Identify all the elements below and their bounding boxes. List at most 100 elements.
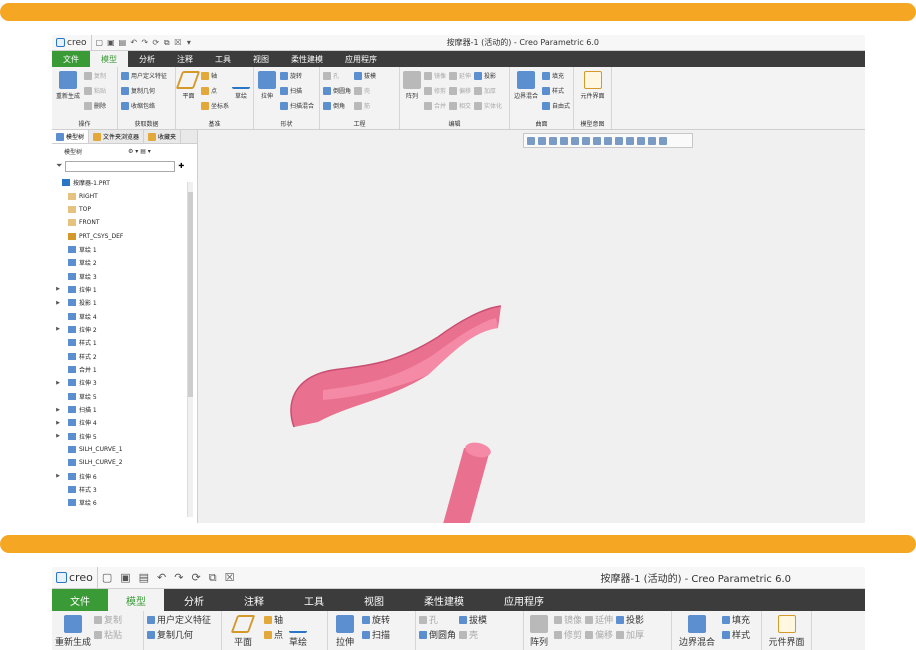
expand-icon[interactable]: ▶ (54, 286, 62, 292)
tree-item[interactable]: ▶ 扫描 1 (52, 403, 197, 416)
group-engineering-name[interactable]: 工程 (320, 119, 399, 128)
tab-annotate-2[interactable]: 注释 (224, 589, 284, 611)
csys-button[interactable]: 坐标系 (200, 99, 229, 112)
mirror-button-2[interactable]: 镜像 (554, 613, 582, 626)
close-icon[interactable]: ☒ (174, 38, 181, 47)
windows-icon[interactable]: ⧉ (163, 38, 170, 48)
hole-button[interactable]: 孔 (323, 69, 351, 82)
expand-icon[interactable]: ▶ (54, 326, 62, 332)
tree-item[interactable]: SILH_CURVE_2 (52, 456, 197, 469)
expand-icon[interactable]: ▶ (54, 380, 62, 386)
tab-file[interactable]: 文件 (52, 51, 90, 67)
mirror-button[interactable]: 镜像 (424, 69, 446, 82)
tree-item[interactable]: 合并 1 (52, 363, 197, 376)
shrinkwrap-button[interactable]: 收缩包络 (121, 99, 167, 112)
plane-button-2[interactable]: 平面 (225, 613, 261, 650)
tree-item[interactable]: 草绘 3 (52, 269, 197, 282)
style-button[interactable]: 样式 (541, 84, 570, 97)
add-filter-icon[interactable]: ✚ (178, 162, 184, 170)
hole-button-2[interactable]: 孔 (419, 613, 456, 626)
redo-icon-2[interactable]: ↷ (174, 571, 183, 584)
3d-model[interactable] (198, 130, 865, 523)
group-editing-name[interactable]: 编辑 (400, 119, 509, 128)
tree-item[interactable]: 草绘 4 (52, 309, 197, 322)
undo-icon-2[interactable]: ↶ (157, 571, 166, 584)
open-icon-2[interactable]: ▣ (120, 571, 130, 584)
group-datum-name[interactable]: 基准 (176, 119, 253, 128)
tree-root[interactable]: 按摩器-1.PRT (52, 176, 197, 189)
tree-item[interactable]: PRT_CSYS_DEF (52, 229, 197, 242)
tree-item[interactable]: ▶ 拉伸 1 (52, 283, 197, 296)
new-icon-2[interactable]: ▢ (102, 571, 112, 584)
fill-button-2[interactable]: 填充 (722, 613, 750, 626)
tab-file-2[interactable]: 文件 (52, 589, 108, 611)
offset-button-2[interactable]: 偏移 (585, 628, 613, 641)
close-icon-2[interactable]: ☒ (225, 571, 235, 584)
tree-item[interactable]: SILH_CURVE_1 (52, 443, 197, 456)
boundary-blend-button-2[interactable]: 边界混合 (675, 613, 719, 650)
qat-menu-icon[interactable]: ▾ (185, 38, 192, 47)
copygeom-button[interactable]: 复制几何 (121, 84, 167, 97)
swept-blend-button[interactable]: 扫描混合 (280, 99, 314, 112)
tab-tools[interactable]: 工具 (204, 51, 242, 67)
solidify-button[interactable]: 实体化 (474, 99, 502, 112)
shell-button-2[interactable]: 壳 (459, 628, 487, 641)
group-shapes-name[interactable]: 形状 (254, 119, 319, 128)
tree-item[interactable]: ▶ 拉伸 5 (52, 430, 197, 443)
round-button[interactable]: 倒圆角 (323, 84, 351, 97)
tree-item[interactable]: ▶ 投影 1 (52, 296, 197, 309)
tab-view-2[interactable]: 视图 (344, 589, 404, 611)
windows-icon-2[interactable]: ⧉ (209, 571, 217, 585)
sweep-button[interactable]: 扫描 (280, 84, 314, 97)
tab-apps[interactable]: 应用程序 (334, 51, 388, 67)
save-icon-2[interactable]: ▤ (139, 571, 149, 584)
open-icon[interactable]: ▣ (107, 38, 115, 47)
tree-item[interactable]: ▶ 拉伸 3 (52, 376, 197, 389)
extrude-button-2[interactable]: 拉伸 (331, 613, 359, 650)
tree-item[interactable]: 草绘 5 (52, 390, 197, 403)
delete-button[interactable]: 删除 (84, 99, 106, 112)
revolve-button-2[interactable]: 旋转 (362, 613, 390, 626)
tab-flex[interactable]: 柔性建模 (280, 51, 334, 67)
sketch-button-2[interactable]: 草绘 (286, 613, 310, 650)
tree-item[interactable]: 样式 1 (52, 336, 197, 349)
tree-item[interactable]: 草绘 6 (52, 496, 197, 509)
tab-tools-2[interactable]: 工具 (284, 589, 344, 611)
search-input[interactable] (65, 160, 176, 172)
tree-settings-icon[interactable]: ⚙ ▾ ▤ ▾ (128, 148, 151, 155)
revolve-button[interactable]: 旋转 (280, 69, 314, 82)
tree-scrollbar[interactable] (187, 182, 193, 517)
expand-icon[interactable]: ▶ (54, 433, 62, 439)
copy-button[interactable]: 复制 (84, 69, 106, 82)
tab-model-2[interactable]: 模型 (108, 589, 164, 611)
extend-button[interactable]: 延伸 (449, 69, 471, 82)
thicken-button-2[interactable]: 加厚 (616, 628, 644, 641)
expand-icon[interactable]: ▶ (54, 300, 62, 306)
udf-button[interactable]: 用户定义特征 (121, 69, 167, 82)
group-surfaces-name[interactable]: 曲面 (510, 119, 573, 128)
shell-button[interactable]: 壳 (354, 84, 376, 97)
tree-item[interactable]: 草绘 1 (52, 243, 197, 256)
expand-icon[interactable]: ▶ (54, 473, 62, 479)
expand-icon[interactable]: ▶ (54, 420, 62, 426)
style-button-2[interactable]: 样式 (722, 628, 750, 641)
save-icon[interactable]: ▤ (119, 38, 127, 47)
group-operations-name[interactable]: 操作 (52, 119, 117, 128)
paste-button-2[interactable]: 粘贴 (94, 628, 122, 641)
thicken-button[interactable]: 加厚 (474, 84, 502, 97)
pattern-button-2[interactable]: 阵列 (527, 613, 551, 650)
chamfer-button[interactable]: 倒角 (323, 99, 351, 112)
round-button-2[interactable]: 倒圆角 (419, 628, 456, 641)
regen-icon-2[interactable]: ⟳ (191, 571, 200, 584)
new-icon[interactable]: ▢ (96, 38, 104, 47)
graphics-area[interactable] (198, 130, 865, 523)
rib-button[interactable]: 筋 (354, 99, 376, 112)
copy-button-2[interactable]: 复制 (94, 613, 122, 626)
merge-button[interactable]: 合并 (424, 99, 446, 112)
offset-button[interactable]: 偏移 (449, 84, 471, 97)
regen-button-2[interactable]: 重新生成 (55, 613, 91, 650)
tab-view[interactable]: 视图 (242, 51, 280, 67)
freestyle-button[interactable]: 自由式 (541, 99, 570, 112)
tree-item[interactable]: ▶ 拉伸 2 (52, 323, 197, 336)
tree-item[interactable]: 样式 3 (52, 483, 197, 496)
